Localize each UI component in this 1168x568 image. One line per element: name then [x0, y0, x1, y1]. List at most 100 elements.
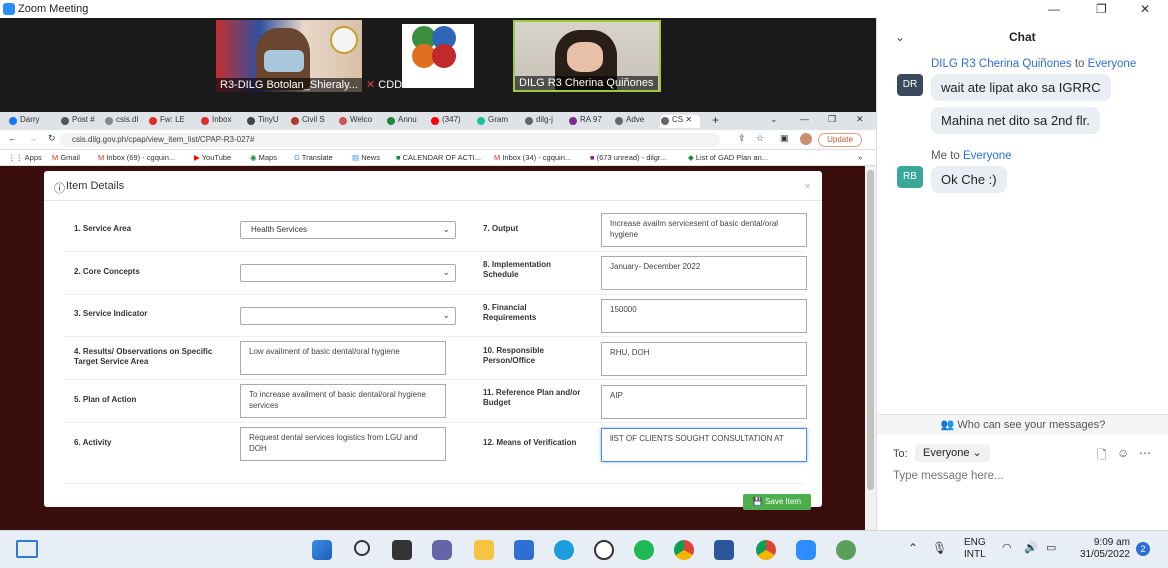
microphone-icon[interactable]: 🎙 [932, 541, 947, 555]
core-concepts-select[interactable]: ⌄ [240, 264, 456, 282]
new-tab-button[interactable]: + [712, 113, 719, 127]
clock[interactable]: 9:09 am 31/05/2022 [1074, 537, 1130, 561]
browser-tab[interactable]: Welco [338, 115, 376, 128]
task-view-icon[interactable] [16, 540, 38, 558]
maximize-icon[interactable]: ❐ [1096, 2, 1107, 16]
bookmark-calendar[interactable]: ■ CALENDAR OF ACTI... [396, 153, 481, 162]
means-of-verification-textarea[interactable]: llST OF CLIENTS SOUGHT CONSULTATION AT [601, 428, 807, 462]
word-icon[interactable] [714, 540, 734, 560]
bookmark-yahoo[interactable]: ■ (673 unread) - dilgr... [590, 153, 666, 162]
bookmark-inbox[interactable]: M Inbox (69) - cgquin... [98, 153, 175, 162]
forward-icon[interactable]: → [28, 133, 37, 143]
star-icon[interactable]: ☆ [756, 133, 764, 144]
url-field[interactable]: csis.dilg.gov.ph/cpap/view_item_list/CPA… [60, 133, 720, 147]
field-label: 8. Implementation Schedule [483, 260, 552, 279]
more-icon[interactable]: ⋯ [1139, 446, 1151, 460]
video-gallery: R3-DILG Botolan_Shieraly... ✕ CDD DILGR3… [0, 18, 876, 112]
chat-input[interactable]: Type message here... [893, 470, 1004, 482]
browser-tab[interactable]: Adve [614, 115, 654, 128]
share-icon[interactable]: ⇪ [738, 133, 746, 144]
taskview-icon[interactable] [392, 540, 412, 560]
field-label: 6. Activity [74, 438, 112, 447]
bookmark-youtube[interactable]: ▶ YouTube [194, 153, 231, 162]
wifi-icon[interactable]: ◠ [1002, 541, 1012, 554]
volume-icon[interactable]: 🔊 [1024, 541, 1038, 554]
browser-tab[interactable]: Inbox [200, 115, 236, 128]
browser-tab[interactable]: TinyU [246, 115, 284, 128]
app-icon[interactable] [836, 540, 856, 560]
browser-tab[interactable]: dilg-j [524, 115, 560, 128]
financial-requirements-textarea[interactable]: 150000 [601, 299, 807, 333]
bookmark-translate[interactable]: G Translate [294, 153, 333, 162]
mail-icon[interactable] [514, 540, 534, 560]
field-label: 10. Responsible Person/Office [483, 346, 544, 365]
bookmark-maps[interactable]: ◉ Maps [250, 153, 277, 162]
chrome-icon[interactable] [674, 540, 694, 560]
field-label: 11. Reference Plan and/or Budget [483, 388, 581, 407]
bookmark-news[interactable]: ▤ News [352, 153, 380, 162]
participant-tile[interactable]: R3-DILG Botolan_Shieraly... [216, 20, 362, 92]
reference-plan-textarea[interactable]: AIP [601, 385, 807, 419]
modal-close-button[interactable]: × [804, 179, 811, 193]
browser-tab[interactable]: Darry [8, 115, 48, 128]
implementation-schedule-textarea[interactable]: January- December 2022 [601, 256, 807, 290]
spotify-icon[interactable] [634, 540, 654, 560]
privacy-notice[interactable]: 👥 Who can see your messages? [877, 414, 1168, 434]
language-indicator[interactable]: ENG INTL [964, 537, 986, 561]
sidepanel-icon[interactable]: ▣ [780, 133, 789, 144]
profile-avatar[interactable] [800, 133, 812, 145]
close-icon[interactable]: ✕ [1140, 2, 1150, 16]
participant-tile-active[interactable]: DILG R3 Cherina Quiñones [513, 20, 661, 92]
browser-tab[interactable]: RA 97 [568, 115, 604, 128]
file-icon[interactable]: 🗋 [1097, 446, 1107, 467]
responsible-office-textarea[interactable]: RHU, DOH [601, 342, 807, 376]
teams-icon[interactable] [432, 540, 452, 560]
activity-textarea[interactable]: Request dental services logistics from L… [240, 427, 446, 461]
edge-icon[interactable] [554, 540, 574, 560]
recipient-dropdown[interactable]: Everyone ⌄ [915, 444, 990, 462]
results-observations-textarea[interactable]: Low availment of basic dental/oral hygie… [240, 341, 446, 375]
browser-tab-active[interactable]: CS ✕ [660, 115, 700, 128]
browser-tab[interactable]: Post # [60, 115, 96, 128]
minimize-icon[interactable]: — [800, 114, 809, 124]
save-item-button[interactable]: 💾 Save Item [743, 494, 811, 510]
page-scrollbar[interactable] [865, 166, 876, 530]
dell-icon[interactable] [594, 540, 614, 560]
output-textarea[interactable]: Increase availm servicesent of basic den… [601, 213, 807, 247]
reload-icon[interactable]: ↻ [48, 133, 56, 144]
zoom-icon[interactable] [796, 540, 816, 560]
close-icon[interactable]: ✕ [856, 114, 864, 125]
browser-tab[interactable]: csis.dl [104, 115, 140, 128]
address-bar: ← → ↻ csis.dilg.gov.ph/cpap/view_item_li… [0, 130, 876, 150]
chrome-icon[interactable] [756, 540, 776, 560]
bookmark-gad[interactable]: ◆ List of GAD Plan an... [688, 153, 768, 162]
back-icon[interactable]: ← [8, 133, 17, 143]
search-icon[interactable] [354, 540, 370, 556]
bookmark-gmail[interactable]: M Gmail [52, 153, 80, 162]
update-button[interactable]: Update [818, 133, 862, 147]
browser-tab[interactable]: Civil S [290, 115, 328, 128]
browser-tab[interactable]: Gram [476, 115, 514, 128]
notification-badge[interactable]: 2 [1136, 542, 1150, 556]
chevron-down-icon[interactable]: ⌄ [770, 114, 778, 125]
service-indicator-select[interactable]: ⌄ [240, 307, 456, 325]
emoji-icon[interactable]: ☺ [1117, 446, 1129, 460]
bookmark-apps[interactable]: ⋮⋮ Apps [8, 153, 42, 162]
maximize-icon[interactable]: ❐ [828, 114, 836, 125]
browser-tab[interactable]: Fw: LE [148, 115, 184, 128]
participant-tile[interactable]: ✕ CDD DILGR3 [362, 20, 512, 92]
collapse-chevron-icon[interactable]: ⌄ [895, 30, 905, 44]
battery-icon[interactable]: ▭ [1046, 541, 1056, 554]
plan-of-action-textarea[interactable]: To increase availment of basic dental/or… [240, 384, 446, 418]
chevron-down-icon: ⌄ [442, 224, 450, 234]
service-area-select[interactable]: Health Services ⌄ [240, 221, 456, 239]
browser-tab[interactable]: (347) [430, 115, 466, 128]
bookmark-inbox2[interactable]: M Inbox (34) - cgquin... [494, 153, 571, 162]
file-explorer-icon[interactable] [474, 540, 494, 560]
windows-start-icon[interactable] [312, 540, 332, 560]
minimize-icon[interactable]: — [1048, 2, 1060, 16]
avatar: RB [897, 166, 923, 188]
browser-tab[interactable]: Annu [386, 115, 422, 128]
chevron-up-icon[interactable]: ⌃ [908, 541, 918, 555]
more-bookmarks-icon[interactable]: » [858, 153, 862, 162]
